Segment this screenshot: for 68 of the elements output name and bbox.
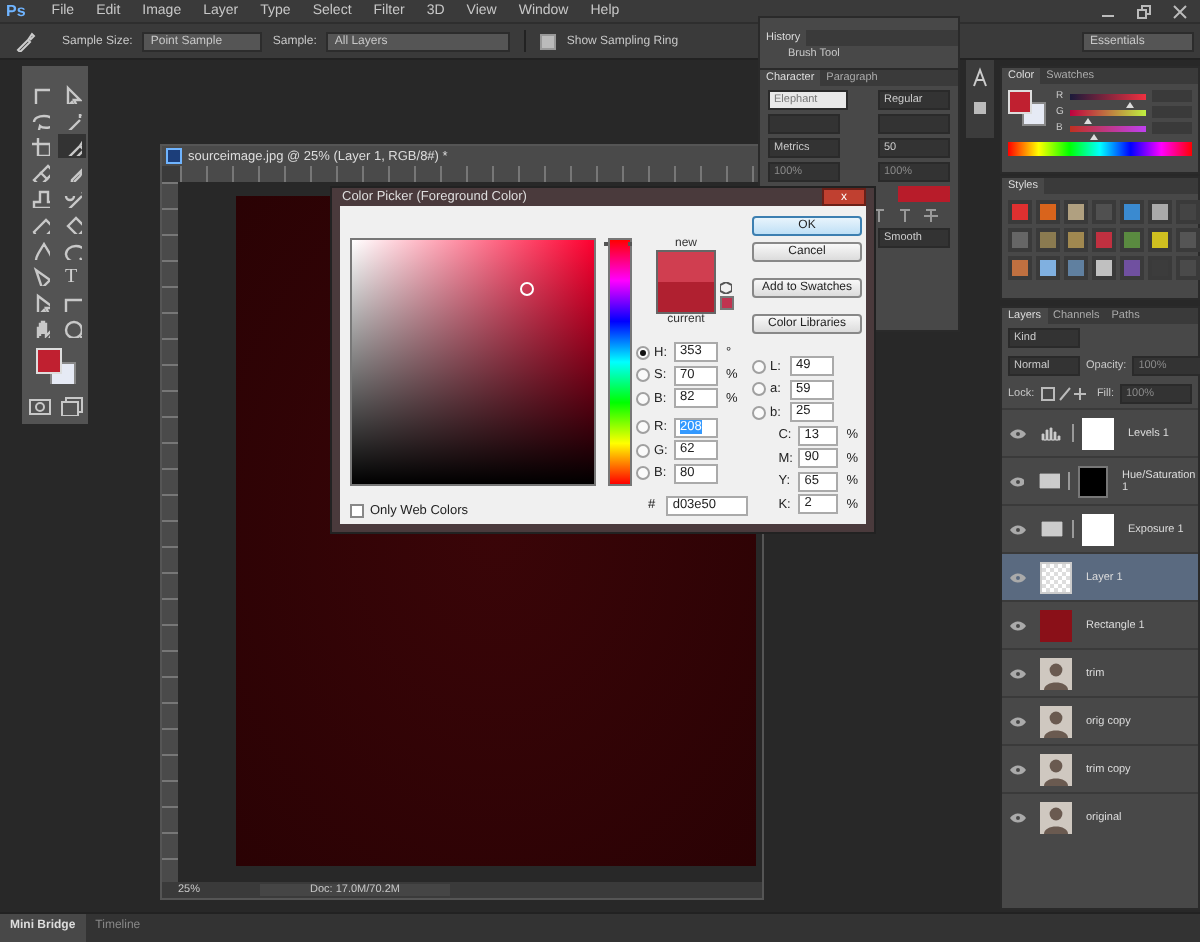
radio-button[interactable]: [636, 466, 650, 480]
style-preset[interactable]: [1036, 200, 1060, 224]
visibility-eye-icon[interactable]: [1010, 811, 1026, 823]
new-color-swatch: [657, 252, 713, 282]
radio-button[interactable]: [636, 345, 650, 359]
photo-thumbnail: [1040, 801, 1072, 833]
visibility-eye-icon[interactable]: [1010, 715, 1026, 727]
adjustment-icon: [1040, 422, 1064, 444]
visibility-eye-icon[interactable]: [1010, 475, 1025, 487]
color-selector-ring[interactable]: [520, 282, 534, 296]
style-preset[interactable]: [1148, 200, 1172, 224]
style-preset[interactable]: [1036, 256, 1060, 280]
radio-button[interactable]: [636, 443, 650, 457]
checkbox[interactable]: [350, 504, 364, 518]
current-color-swatch: [657, 282, 713, 312]
visibility-eye-icon[interactable]: [1010, 667, 1026, 679]
radio-button[interactable]: [752, 405, 766, 419]
photo-thumbnail: [1040, 705, 1072, 737]
character-panel-icon[interactable]: [968, 66, 992, 90]
document-icon: [166, 148, 182, 164]
close-icon[interactable]: [1172, 3, 1188, 19]
transparent-layer-thumbnail: [1040, 561, 1072, 593]
radio-button[interactable]: [636, 368, 650, 382]
chain-link-icon: [1070, 520, 1076, 538]
radio-button[interactable]: [752, 382, 766, 396]
foreground-color-swatch[interactable]: [36, 348, 62, 374]
cube-icon[interactable]: [719, 282, 731, 294]
font-size-field[interactable]: [768, 114, 840, 134]
shape-layer-thumbnail: [1040, 609, 1072, 641]
text-color-swatch[interactable]: [898, 186, 950, 202]
adjustment-icon: [1038, 470, 1061, 492]
app-logo: Ps: [6, 2, 26, 20]
color-spectrum-bar[interactable]: [1008, 142, 1192, 156]
chain-link-icon: [1066, 472, 1073, 490]
style-preset[interactable]: [1036, 228, 1060, 252]
eyedropper-icon[interactable]: [16, 31, 36, 51]
style-preset[interactable]: [1064, 200, 1088, 224]
style-preset[interactable]: [1120, 228, 1144, 252]
adjustment-icon: [1040, 518, 1064, 540]
restore-icon[interactable]: [1136, 3, 1152, 19]
style-preset[interactable]: [1092, 256, 1116, 280]
screen-mode-icon[interactable]: [57, 392, 85, 416]
style-preset[interactable]: [1008, 256, 1032, 280]
hue-slider[interactable]: [608, 238, 632, 486]
style-preset[interactable]: [1064, 228, 1088, 252]
radio-button[interactable]: [636, 420, 650, 434]
style-preset[interactable]: [1064, 256, 1088, 280]
photo-thumbnail: [1040, 657, 1072, 689]
paragraph-panel-icon[interactable]: [968, 96, 992, 120]
visibility-eye-icon[interactable]: [1010, 763, 1026, 775]
visibility-eye-icon[interactable]: [1010, 523, 1026, 535]
visibility-eye-icon[interactable]: [1010, 427, 1026, 439]
checkbox[interactable]: [540, 33, 557, 49]
lock-options-icon[interactable]: [1040, 386, 1091, 402]
eyedropper-tool-icon[interactable]: [57, 134, 85, 158]
type-tool-icon[interactable]: T: [57, 264, 85, 288]
chain-link-icon: [1070, 424, 1076, 442]
leading-field[interactable]: [878, 114, 950, 134]
color-field[interactable]: [350, 238, 596, 486]
radio-button[interactable]: [752, 359, 766, 373]
visibility-eye-icon[interactable]: [1010, 619, 1026, 631]
web-safe-color-swatch[interactable]: [719, 296, 733, 310]
photo-thumbnail: [1040, 753, 1072, 785]
foreground-color-swatch[interactable]: [1008, 90, 1032, 114]
radio-button[interactable]: [636, 391, 650, 405]
visibility-eye-icon[interactable]: [1010, 571, 1026, 583]
style-preset[interactable]: [1120, 200, 1144, 224]
style-preset[interactable]: [1148, 228, 1172, 252]
